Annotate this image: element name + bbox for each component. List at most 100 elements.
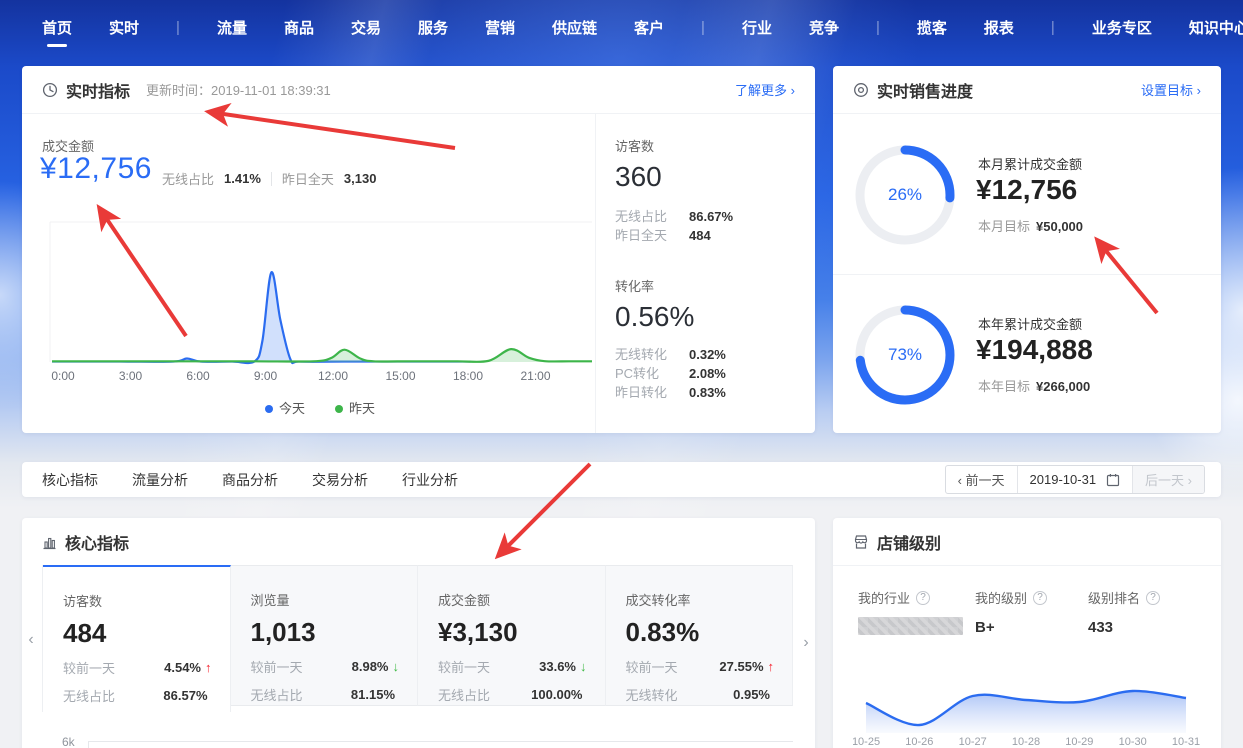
- svg-text:6:00: 6:00: [186, 369, 210, 383]
- year-amount-label: 本年累计成交金额: [978, 317, 1083, 332]
- nav-item[interactable]: 实时: [109, 17, 139, 38]
- amount-value: ¥12,756: [40, 152, 152, 185]
- chart-gridline: [88, 741, 793, 748]
- nav-item[interactable]: 业务专区: [1092, 17, 1152, 38]
- nav-item[interactable]: 服务: [418, 17, 448, 38]
- set-goal-link[interactable]: 设置目标 ›: [1141, 80, 1201, 99]
- card-stat-row: 无线占比 100.00%: [438, 687, 583, 703]
- svg-text:10-26: 10-26: [905, 736, 933, 746]
- trend-arrow: ↓: [392, 659, 400, 674]
- conversion-block: 转化率 0.56% 无线转化 0.32% PC转化 2.08% 昨日转化 0.83%: [615, 276, 726, 402]
- stat-row: PC转化 2.08%: [615, 366, 726, 381]
- nav-item[interactable]: |: [876, 19, 880, 36]
- card-stat-row: 无线占比 86.57%: [63, 688, 208, 704]
- visitors-block: 访客数 360 无线占比 86.67% 昨日全天 484: [615, 136, 733, 245]
- nav-item[interactable]: 竞争: [809, 17, 839, 38]
- svg-text:10-30: 10-30: [1119, 736, 1147, 746]
- trend-arrow: ↑: [205, 660, 212, 675]
- analysis-tab[interactable]: 交易分析: [312, 470, 368, 490]
- year-amount-value: ¥194,888: [976, 334, 1093, 365]
- nav-item[interactable]: |: [176, 19, 180, 36]
- nav-item[interactable]: 行业: [742, 17, 772, 38]
- masked-industry-value: [858, 617, 963, 635]
- panel-title: 核心指标: [65, 536, 130, 553]
- legend-dot: [264, 405, 273, 413]
- bar-chart-icon: [42, 535, 57, 550]
- svg-text:10-25: 10-25: [853, 736, 880, 746]
- month-progress-pct: 26%: [887, 185, 923, 204]
- nav-item[interactable]: 知识中心: [1189, 17, 1243, 38]
- core-panel-header: 核心指标: [22, 518, 815, 566]
- nav-item[interactable]: 客户: [634, 17, 664, 38]
- nav-item[interactable]: 首页: [42, 17, 72, 38]
- svg-text:18:00: 18:00: [453, 369, 483, 383]
- shop-level-area-chart: 10-25 10-26 10-27 10-28 10-29 10-30 10-31: [853, 689, 1200, 746]
- realtime-panel-header: 实时指标 更新时间：2019-11-01 18:39:31 了解更多 ›: [22, 66, 815, 114]
- analysis-tab[interactable]: 商品分析: [222, 470, 278, 490]
- conversion-value: 0.56%: [615, 301, 695, 332]
- dashboard-screen: 首页 实时 | 流量 商品 交易 服务 营销 供应链 客户 | 行业 竞争 | 揽客 报表 | 业务专区 知识中心 …: [0, 0, 1243, 748]
- nav-item[interactable]: |: [1051, 19, 1055, 36]
- metric-card[interactable]: 浏览量 1,013 较前一天 8.98% ↓ 无线占比 81.15%: [230, 565, 418, 706]
- analysis-tab[interactable]: 流量分析: [132, 470, 188, 490]
- nav-item[interactable]: 供应链: [552, 17, 597, 38]
- stat-label: 无线占比: [162, 172, 215, 187]
- date-navigator: ‹ 前一天 2019-10-31 后一天 ›: [944, 465, 1205, 494]
- realtime-panel: 实时指标 更新时间：2019-11-01 18:39:31 了解更多 › 成交金…: [22, 66, 815, 433]
- help-icon[interactable]: ?: [1146, 590, 1161, 605]
- year-target: 本年目标 ¥266,000: [978, 379, 1091, 394]
- svg-text:10-29: 10-29: [1065, 736, 1093, 746]
- card-stat-row: 较前一天 27.55% ↑: [625, 659, 775, 675]
- analysis-tab[interactable]: 核心指标: [42, 470, 98, 490]
- legend-item[interactable]: 昨天: [335, 398, 375, 417]
- stat-label: 昨日全天: [281, 172, 334, 187]
- nav-item[interactable]: 营销: [485, 17, 515, 38]
- metric-cards: 访客数 484 较前一天 4.54% ↑ 无线占比 86.57% 浏览量 1,0…: [42, 565, 793, 712]
- month-target: 本月目标 ¥50,000: [978, 219, 1084, 234]
- nav-item[interactable]: 交易: [351, 17, 381, 38]
- legend-item[interactable]: 今天: [264, 398, 305, 417]
- month-progress-ring: 26%: [853, 143, 957, 247]
- calendar-icon: [1106, 473, 1120, 487]
- metric-card[interactable]: 访客数 484 较前一天 4.54% ↑ 无线占比 86.57%: [43, 565, 231, 712]
- help-icon[interactable]: ?: [916, 590, 931, 605]
- learn-more-link[interactable]: 了解更多 ›: [735, 80, 795, 99]
- panel-title: 店铺级别: [877, 535, 942, 553]
- stat-row: 无线转化 0.32%: [615, 347, 726, 362]
- month-amount-label: 本月累计成交金额: [978, 157, 1083, 172]
- analysis-tabbar: 核心指标 流量分析 商品分析 交易分析 行业分析 ‹ 前一天 2019-10-31 后一…: [22, 462, 1221, 497]
- analysis-tab[interactable]: 行业分析: [402, 470, 458, 490]
- svg-text:10-31: 10-31: [1172, 736, 1200, 746]
- nav-item[interactable]: 流量: [217, 17, 247, 38]
- panel-title: 实时指标: [66, 83, 131, 101]
- divider: [270, 171, 272, 186]
- panel-title: 实时销售进度: [877, 83, 974, 101]
- nav-item[interactable]: |: [701, 19, 705, 36]
- svg-text:9:00: 9:00: [254, 369, 278, 383]
- metric-card[interactable]: 成交转化率 0.83% 较前一天 27.55% ↑ 无线转化 0.95%: [605, 565, 793, 706]
- carousel-next-button[interactable]: ›: [797, 628, 815, 658]
- shop-col: 我的级别 ? B+: [975, 588, 1048, 636]
- shop-panel-header: 店铺级别: [833, 518, 1221, 566]
- nav-item[interactable]: 报表: [984, 17, 1014, 38]
- month-amount-value: ¥12,756: [976, 174, 1078, 205]
- nav-item[interactable]: 揽客: [917, 17, 947, 38]
- card-stat-row: 较前一天 4.54% ↑: [63, 660, 212, 676]
- next-day-button[interactable]: 后一天 ›: [1133, 466, 1204, 493]
- metric-card[interactable]: 成交金额 ¥3,130 较前一天 33.6% ↓ 无线占比 100.00%: [418, 565, 606, 706]
- shop-col: 我的行业 ?: [858, 588, 963, 647]
- nav-item[interactable]: 商品: [284, 17, 314, 38]
- year-progress-ring: 73%: [853, 303, 957, 407]
- svg-text:3:00: 3:00: [119, 369, 143, 383]
- prev-day-button[interactable]: ‹ 前一天: [946, 466, 1017, 493]
- target-icon: [853, 82, 869, 98]
- svg-text:0:00: 0:00: [51, 369, 75, 383]
- shop-icon: [853, 534, 869, 550]
- date-picker[interactable]: 2019-10-31: [1016, 466, 1134, 493]
- svg-text:12:00: 12:00: [318, 369, 348, 383]
- carousel-prev-button[interactable]: ‹: [22, 625, 40, 655]
- help-icon[interactable]: ?: [1033, 590, 1048, 605]
- card-stat-row: 无线转化 0.95%: [625, 687, 771, 703]
- progress-panel-header: 实时销售进度 设置目标 ›: [833, 66, 1221, 114]
- card-stat-row: 较前一天 33.6% ↓: [438, 659, 587, 675]
